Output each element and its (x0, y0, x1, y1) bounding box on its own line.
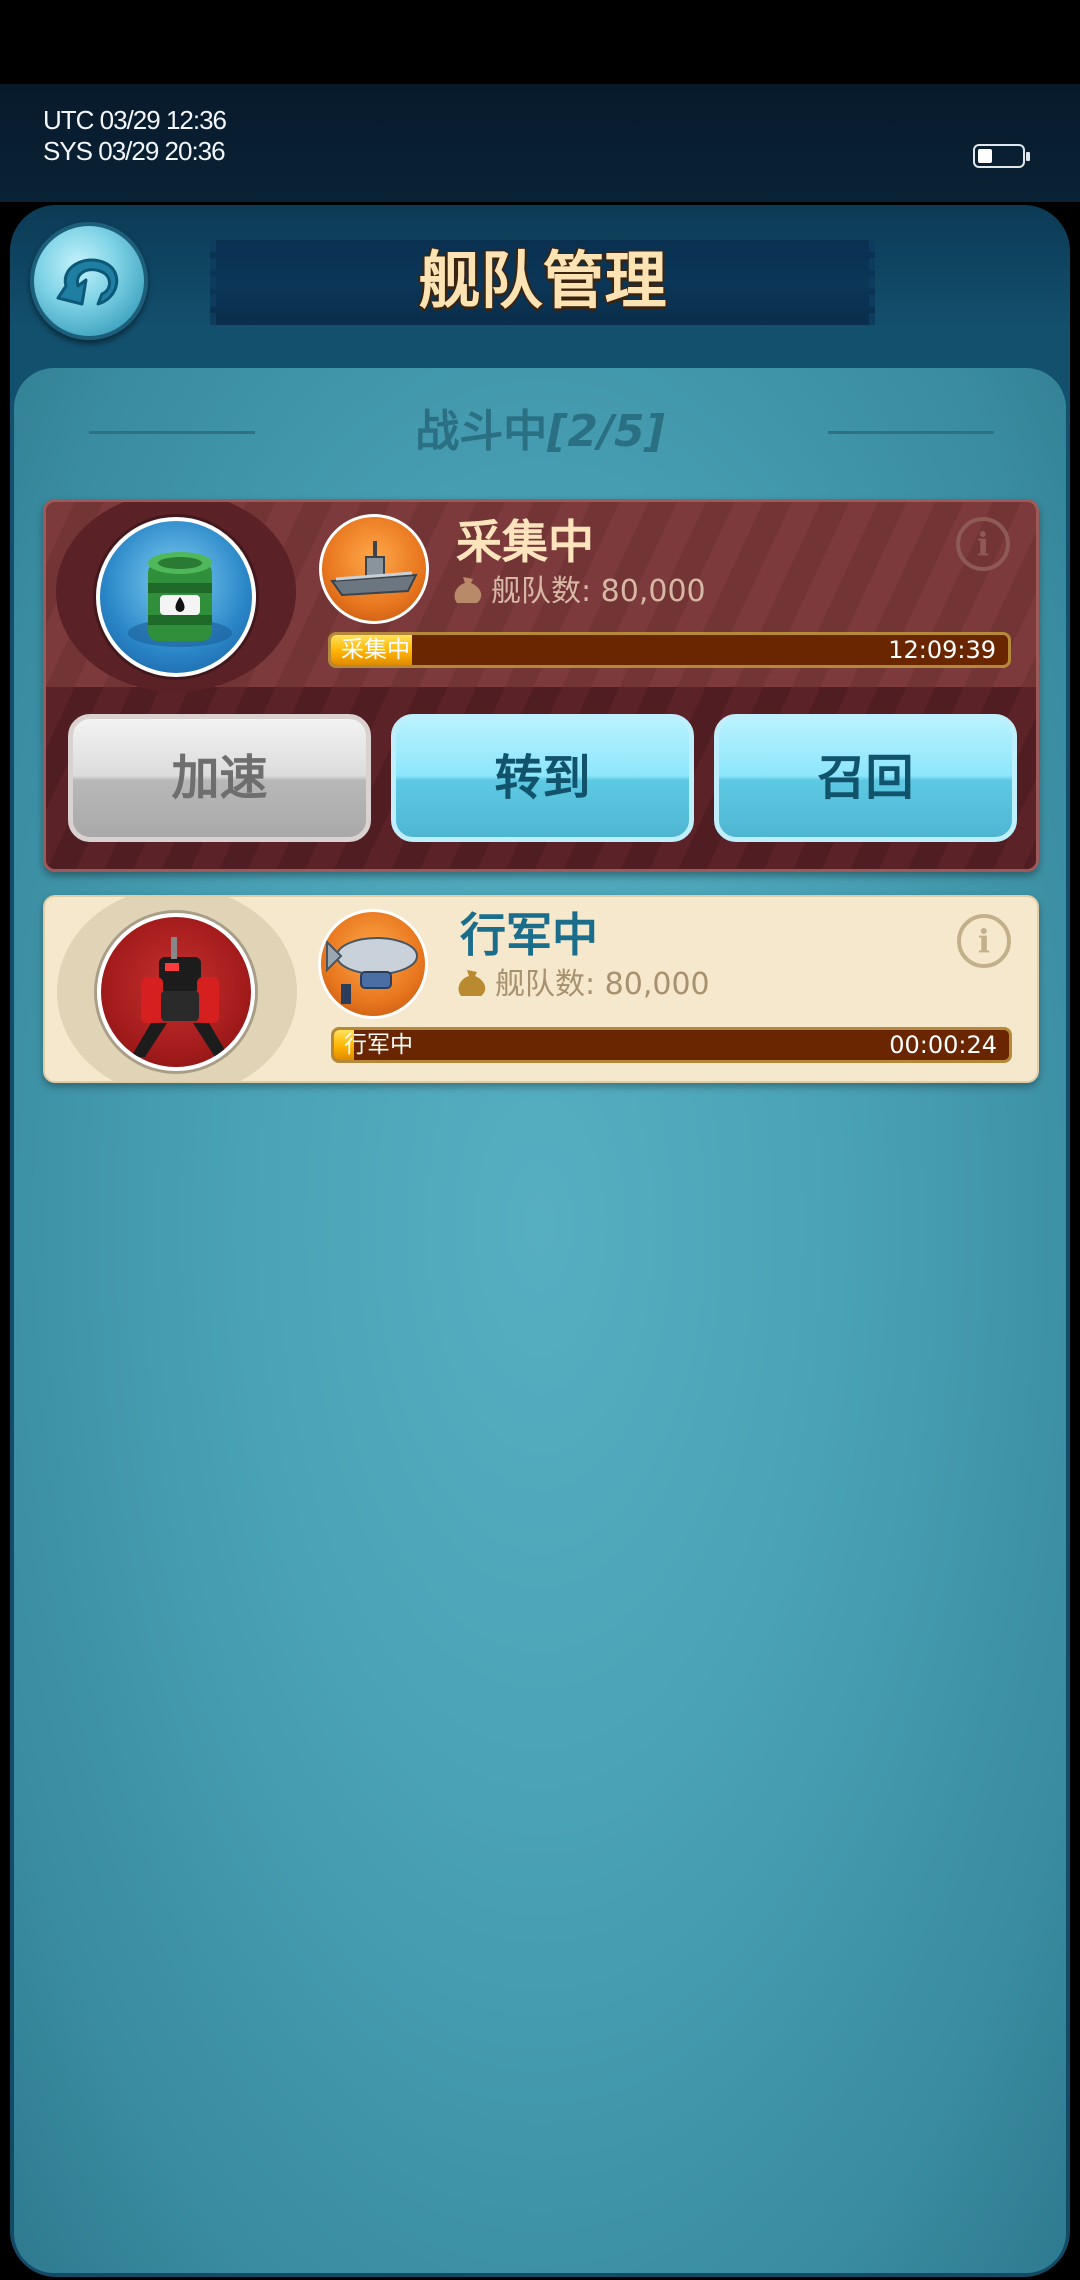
progress-time: 00:00:24 (889, 1031, 997, 1059)
red-mech-avatar[interactable] (97, 913, 255, 1071)
info-icon[interactable]: i (957, 914, 1011, 968)
section-divider-right (828, 431, 994, 434)
fleet-count: 舰队数: 80,000 (455, 965, 710, 1005)
goto-button[interactable]: 转到 (391, 714, 694, 842)
fleet-count-text: 舰队数: 80,000 (495, 967, 710, 1002)
sys-clock: SYS 03/29 20:36 (43, 136, 226, 166)
section-title-prefix: 战斗中 (415, 406, 548, 457)
back-arrow-icon (56, 258, 119, 306)
page-title: 舰队管理 (418, 244, 667, 317)
speedup-button[interactable]: 加速 (68, 714, 371, 842)
airship-icon (318, 909, 428, 1019)
fleet-count: 舰队数: 80,000 (451, 572, 706, 612)
resource-bag-icon (454, 577, 482, 603)
resource-bag-icon (458, 970, 486, 996)
oil-barrel-avatar[interactable] (96, 517, 256, 677)
fleet-count-text: 舰队数: 80,000 (491, 574, 706, 609)
march-progress-bar: 行军中 00:00:24 (331, 1027, 1012, 1063)
info-icon[interactable]: i (956, 517, 1010, 571)
battery-icon (973, 144, 1030, 168)
section-title-count: [2/5] (547, 406, 665, 457)
aircraft-carrier-icon (319, 514, 429, 624)
utc-clock: UTC 03/29 12:36 (43, 105, 227, 135)
section-title: 战斗中[2/5] (300, 400, 780, 464)
progress-label: 行军中 (344, 1032, 413, 1058)
progress-time: 12:09:39 (888, 636, 996, 664)
back-button[interactable] (30, 222, 148, 340)
progress-label: 采集中 (341, 637, 410, 663)
section-divider-left (89, 431, 255, 434)
recall-button[interactable]: 召回 (714, 714, 1017, 842)
fleet-card-gathering[interactable]: 采集中 舰队数: 80,000 i 采集中 12:09:39 加速 转到 召回 (43, 499, 1039, 872)
top-black-bar (0, 0, 1080, 84)
fleet-status-title: 行军中 (460, 908, 598, 962)
gather-progress-bar: 采集中 12:09:39 (328, 632, 1011, 668)
fleet-card-marching[interactable]: 行军中 舰队数: 80,000 i 行军中 00:00:24 (43, 895, 1039, 1083)
fleet-status-title: 采集中 (456, 515, 594, 569)
